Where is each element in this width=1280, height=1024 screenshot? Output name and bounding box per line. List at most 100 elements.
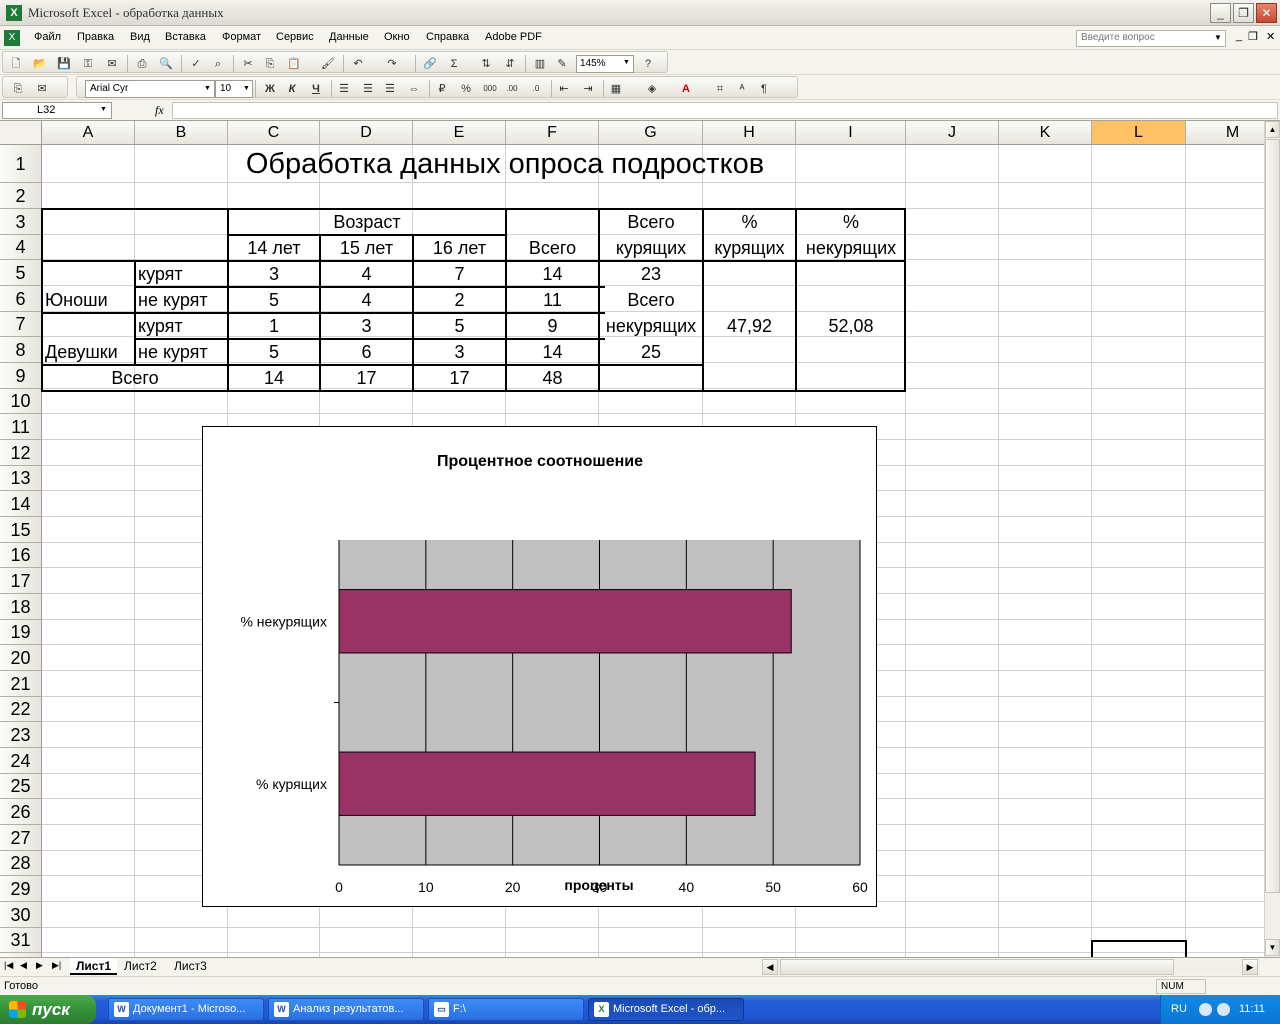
decrease-indent-icon[interactable]: ⇤ (555, 80, 573, 98)
start-button[interactable]: пуск (0, 995, 96, 1024)
tab-sheet3[interactable]: Лист3 (168, 958, 213, 975)
row-header-10[interactable]: 10 (0, 389, 42, 414)
age-16-header[interactable]: 16 лет (413, 235, 506, 261)
sort-descending-icon[interactable]: ⇵ (501, 55, 519, 73)
row-total-cell[interactable]: 9 (506, 313, 599, 339)
merge-center-icon[interactable]: ⇔ (405, 80, 423, 98)
column-total-cell[interactable]: 14 (228, 365, 320, 391)
total-nonsmokers-label-line2[interactable]: некурящих (599, 313, 703, 339)
selected-cell-l32[interactable] (1091, 940, 1187, 957)
data-cell[interactable]: 5 (413, 313, 506, 339)
scroll-right-icon[interactable]: ▶ (1242, 959, 1258, 975)
copy-icon[interactable]: ⎘ (261, 55, 279, 73)
row-header-29[interactable]: 29 (0, 876, 42, 902)
menu-format[interactable]: Формат (222, 31, 261, 43)
pct-smokers-value[interactable]: 47,92 (703, 261, 796, 391)
formula-input[interactable] (172, 102, 1278, 119)
total-row-label[interactable]: Всего (42, 365, 228, 391)
girls-nosmoke-label[interactable]: не курят (135, 339, 228, 365)
font-size-decrease-icon[interactable]: ᴬ (733, 80, 751, 98)
redo-icon[interactable]: ↷ (383, 55, 401, 73)
row-header-26[interactable]: 26 (0, 799, 42, 825)
task-analysis[interactable]: W Анализ результатов... (268, 998, 424, 1021)
column-header-l[interactable]: L (1092, 121, 1186, 145)
chevron-down-icon[interactable]: ▼ (100, 106, 107, 113)
total-nonsmokers-label-line1[interactable]: Всего (599, 287, 703, 313)
font-color-icon[interactable]: A (677, 80, 695, 98)
row-header-4[interactable]: 4 (0, 235, 42, 260)
open-icon[interactable]: 📂 (31, 55, 49, 73)
task-document1[interactable]: W Документ1 - Microso... (108, 998, 264, 1021)
mdi-close-icon[interactable]: ✕ (1266, 30, 1275, 43)
chevron-down-icon[interactable]: ▼ (1214, 33, 1222, 42)
vertical-scroll-thumb[interactable] (1265, 139, 1280, 893)
network-icon[interactable] (1217, 1003, 1230, 1016)
row-header-22[interactable]: 22 (0, 697, 42, 722)
menu-window[interactable]: Окно (384, 31, 410, 43)
column-header-h[interactable]: H (703, 121, 796, 145)
pct-smokers-header-line1[interactable]: % (703, 209, 796, 235)
drawing-icon[interactable]: ✎ (553, 55, 571, 73)
column-header-k[interactable]: K (999, 121, 1092, 145)
row-header-8[interactable]: 8 (0, 337, 42, 363)
total-smokers-header-line2[interactable]: курящих (599, 235, 703, 261)
pdf-icon[interactable]: ⎘ (9, 80, 27, 98)
boys-nosmoke-label[interactable]: не курят (135, 287, 228, 313)
chart-wizard-icon[interactable]: ▥ (531, 55, 549, 73)
tab-sheet1[interactable]: Лист1 (70, 958, 118, 975)
last-sheet-icon[interactable]: ▶| (52, 960, 61, 971)
increase-decimal-icon[interactable]: .00 (503, 80, 521, 98)
row-header-27[interactable]: 27 (0, 825, 42, 851)
autosum-icon[interactable]: Σ (445, 55, 463, 73)
row-header-14[interactable]: 14 (0, 491, 42, 517)
text-direction-icon[interactable]: ¶ (755, 80, 773, 98)
research-icon[interactable]: ⌕ (209, 55, 227, 73)
row-header-31[interactable]: 31 (0, 928, 42, 953)
row-header-30[interactable]: 30 (0, 902, 42, 928)
row-header-11[interactable]: 11 (0, 414, 42, 440)
increase-indent-icon[interactable]: ⇥ (579, 80, 597, 98)
data-cell[interactable]: 6 (320, 339, 413, 365)
print-icon[interactable]: ⎙ (133, 55, 151, 73)
font-name-select[interactable]: Arial Cyr (85, 80, 215, 98)
menu-file[interactable]: Файл (34, 31, 61, 43)
row-header-28[interactable]: 28 (0, 851, 42, 876)
menu-insert[interactable]: Вставка (165, 31, 206, 43)
age-header[interactable]: Возраст (228, 209, 506, 235)
pct-nonsmokers-header-line1[interactable]: % (796, 209, 906, 235)
ask-question-input[interactable]: Введите вопрос (1076, 30, 1226, 47)
first-sheet-icon[interactable]: |◀ (4, 960, 13, 971)
boys-label[interactable]: Юноши (42, 287, 135, 313)
column-header-d[interactable]: D (320, 121, 413, 145)
column-header-i[interactable]: I (796, 121, 906, 145)
horizontal-scroll-thumb[interactable] (780, 959, 1174, 975)
task-excel[interactable]: X Microsoft Excel - обр... (588, 998, 744, 1021)
age-14-header[interactable]: 14 лет (228, 235, 320, 261)
sort-ascending-icon[interactable]: ⇅ (477, 55, 495, 73)
girls-smoke-label[interactable]: курят (135, 313, 228, 339)
pct-nonsmokers-value[interactable]: 52,08 (796, 261, 906, 391)
menu-edit[interactable]: Правка (77, 31, 114, 43)
column-header-b[interactable]: B (135, 121, 228, 145)
data-cell[interactable]: 3 (413, 339, 506, 365)
column-header-m[interactable]: M (1186, 121, 1264, 145)
column-header-e[interactable]: E (413, 121, 506, 145)
chevron-down-icon[interactable]: ▼ (243, 85, 250, 92)
row-header-24[interactable]: 24 (0, 748, 42, 774)
row-header-19[interactable]: 19 (0, 620, 42, 645)
menu-tools[interactable]: Сервис (276, 31, 314, 43)
select-all-corner[interactable] (0, 121, 42, 145)
total-smokers-header-line1[interactable]: Всего (599, 209, 703, 235)
data-cell[interactable]: 3 (228, 261, 320, 287)
mdi-restore-icon[interactable]: ❐ (1248, 30, 1258, 43)
mdi-minimize-icon[interactable]: _ (1236, 30, 1242, 42)
total-header[interactable]: Всего (506, 235, 599, 261)
girls-label[interactable]: Девушки (42, 339, 135, 365)
menu-help[interactable]: Справка (426, 31, 469, 43)
print-preview-icon[interactable]: 🔍 (157, 55, 175, 73)
paste-icon[interactable]: 📋 (285, 55, 303, 73)
bar-chart[interactable]: 0 10 20 30 40 50 60% курящих% некурящих Процент… (202, 426, 877, 907)
task-drive-f[interactable]: ▭ F:\ (428, 998, 584, 1021)
column-header-f[interactable]: F (506, 121, 599, 145)
row-header-16[interactable]: 16 (0, 543, 42, 568)
